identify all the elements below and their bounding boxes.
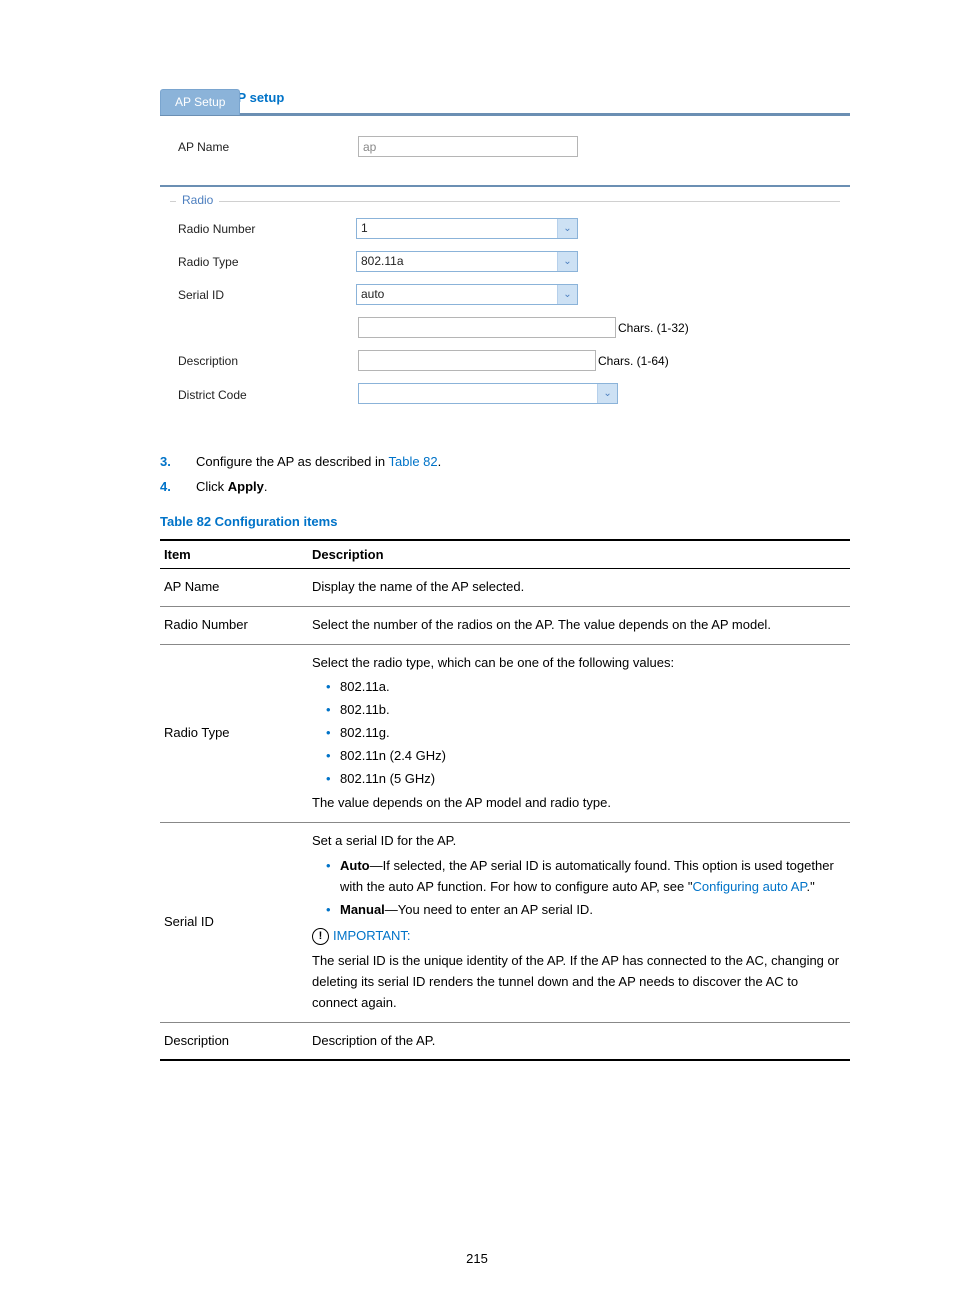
step-4-apply: Apply <box>228 479 264 494</box>
step-4-suffix: . <box>264 479 268 494</box>
config-table: Item Description AP Name Display the nam… <box>160 539 850 1061</box>
serial-id-value: auto <box>357 285 557 304</box>
item-serial-id: Serial ID <box>160 823 308 1022</box>
tab-ap-setup[interactable]: AP Setup <box>160 89 240 115</box>
list-item: 802.11n (5 GHz) <box>326 769 846 790</box>
configuring-auto-ap-link[interactable]: Configuring auto AP <box>692 879 806 894</box>
list-item: Manual—You need to enter an AP serial ID… <box>326 900 846 921</box>
radio-type-outro: The value depends on the AP model and ra… <box>312 793 846 814</box>
table-row: Serial ID Set a serial ID for the AP. Au… <box>160 823 850 1022</box>
table-82-link[interactable]: Table 82 <box>388 454 437 469</box>
table-caption: Table 82 Configuration items <box>160 514 854 529</box>
serial-id-note: The serial ID is the unique identity of … <box>312 951 846 1013</box>
table-row: Radio Type Select the radio type, which … <box>160 644 850 823</box>
chevron-down-icon: ⌄ <box>597 384 617 403</box>
desc-description: Description of the AP. <box>308 1022 850 1060</box>
manual-label: Manual <box>340 902 385 917</box>
item-radio-number: Radio Number <box>160 606 308 644</box>
page-number: 215 <box>0 1251 954 1266</box>
serial-id-intro: Set a serial ID for the AP. <box>312 831 846 852</box>
serial-id-select[interactable]: auto ⌄ <box>356 284 578 305</box>
manual-text: —You need to enter an AP serial ID. <box>385 902 593 917</box>
item-ap-name: AP Name <box>160 569 308 607</box>
step-3-prefix: Configure the AP as described in <box>196 454 388 469</box>
exclamation-icon: ! <box>312 928 329 945</box>
list-item: 802.11a. <box>326 677 846 698</box>
desc-serial-id: Set a serial ID for the AP. Auto—If sele… <box>308 823 850 1022</box>
description-input[interactable] <box>358 350 596 371</box>
district-code-value <box>359 384 597 403</box>
auto-label: Auto <box>340 858 370 873</box>
radio-type-label: Radio Type <box>178 255 356 269</box>
serial-id-manual-input[interactable] <box>358 317 616 338</box>
serial-id-label: Serial ID <box>178 288 356 302</box>
chevron-down-icon: ⌄ <box>557 285 577 304</box>
list-item: Auto—If selected, the AP serial ID is au… <box>326 856 846 898</box>
list-item: 802.11b. <box>326 700 846 721</box>
radio-fieldset: Radio Radio Number 1 ⌄ Radio Type 802.11… <box>170 201 840 311</box>
th-item: Item <box>160 540 308 569</box>
radio-number-select[interactable]: 1 ⌄ <box>356 218 578 239</box>
description-chars-hint: Chars. (1-64) <box>598 354 669 368</box>
desc-radio-type: Select the radio type, which can be one … <box>308 644 850 823</box>
serial-id-chars-hint: Chars. (1-32) <box>618 321 689 335</box>
radio-number-label: Radio Number <box>178 222 356 236</box>
chevron-down-icon: ⌄ <box>557 252 577 271</box>
important-label: IMPORTANT: <box>333 926 411 947</box>
auto-suffix: ." <box>806 879 814 894</box>
item-radio-type: Radio Type <box>160 644 308 823</box>
radio-type-intro: Select the radio type, which can be one … <box>312 653 846 674</box>
desc-radio-number: Select the number of the radios on the A… <box>308 606 850 644</box>
list-item: 802.11g. <box>326 723 846 744</box>
table-row: Radio Number Select the number of the ra… <box>160 606 850 644</box>
ap-name-input[interactable] <box>358 136 578 157</box>
th-description: Description <box>308 540 850 569</box>
steps-list: Configure the AP as described in Table 8… <box>160 454 854 494</box>
table-row: Description Description of the AP. <box>160 1022 850 1060</box>
district-code-select[interactable]: ⌄ <box>358 383 618 404</box>
table-row: AP Name Display the name of the AP selec… <box>160 569 850 607</box>
ap-setup-form: AP Setup AP Name Radio Radio Number 1 ⌄ <box>160 113 850 416</box>
description-label: Description <box>178 354 358 368</box>
step-3: Configure the AP as described in Table 8… <box>160 454 854 469</box>
radio-type-value: 802.11a <box>357 252 557 271</box>
figure-caption: Figure 203 AP setup <box>160 90 854 105</box>
chevron-down-icon: ⌄ <box>557 219 577 238</box>
district-code-label: District Code <box>178 388 358 402</box>
radio-type-select[interactable]: 802.11a ⌄ <box>356 251 578 272</box>
step-4-prefix: Click <box>196 479 228 494</box>
list-item: 802.11n (2.4 GHz) <box>326 746 846 767</box>
radio-number-value: 1 <box>357 219 557 238</box>
desc-ap-name: Display the name of the AP selected. <box>308 569 850 607</box>
step-4: Click Apply. <box>160 479 854 494</box>
item-description: Description <box>160 1022 308 1060</box>
ap-name-label: AP Name <box>178 140 358 154</box>
radio-legend: Radio <box>176 193 219 207</box>
step-3-suffix: . <box>438 454 442 469</box>
